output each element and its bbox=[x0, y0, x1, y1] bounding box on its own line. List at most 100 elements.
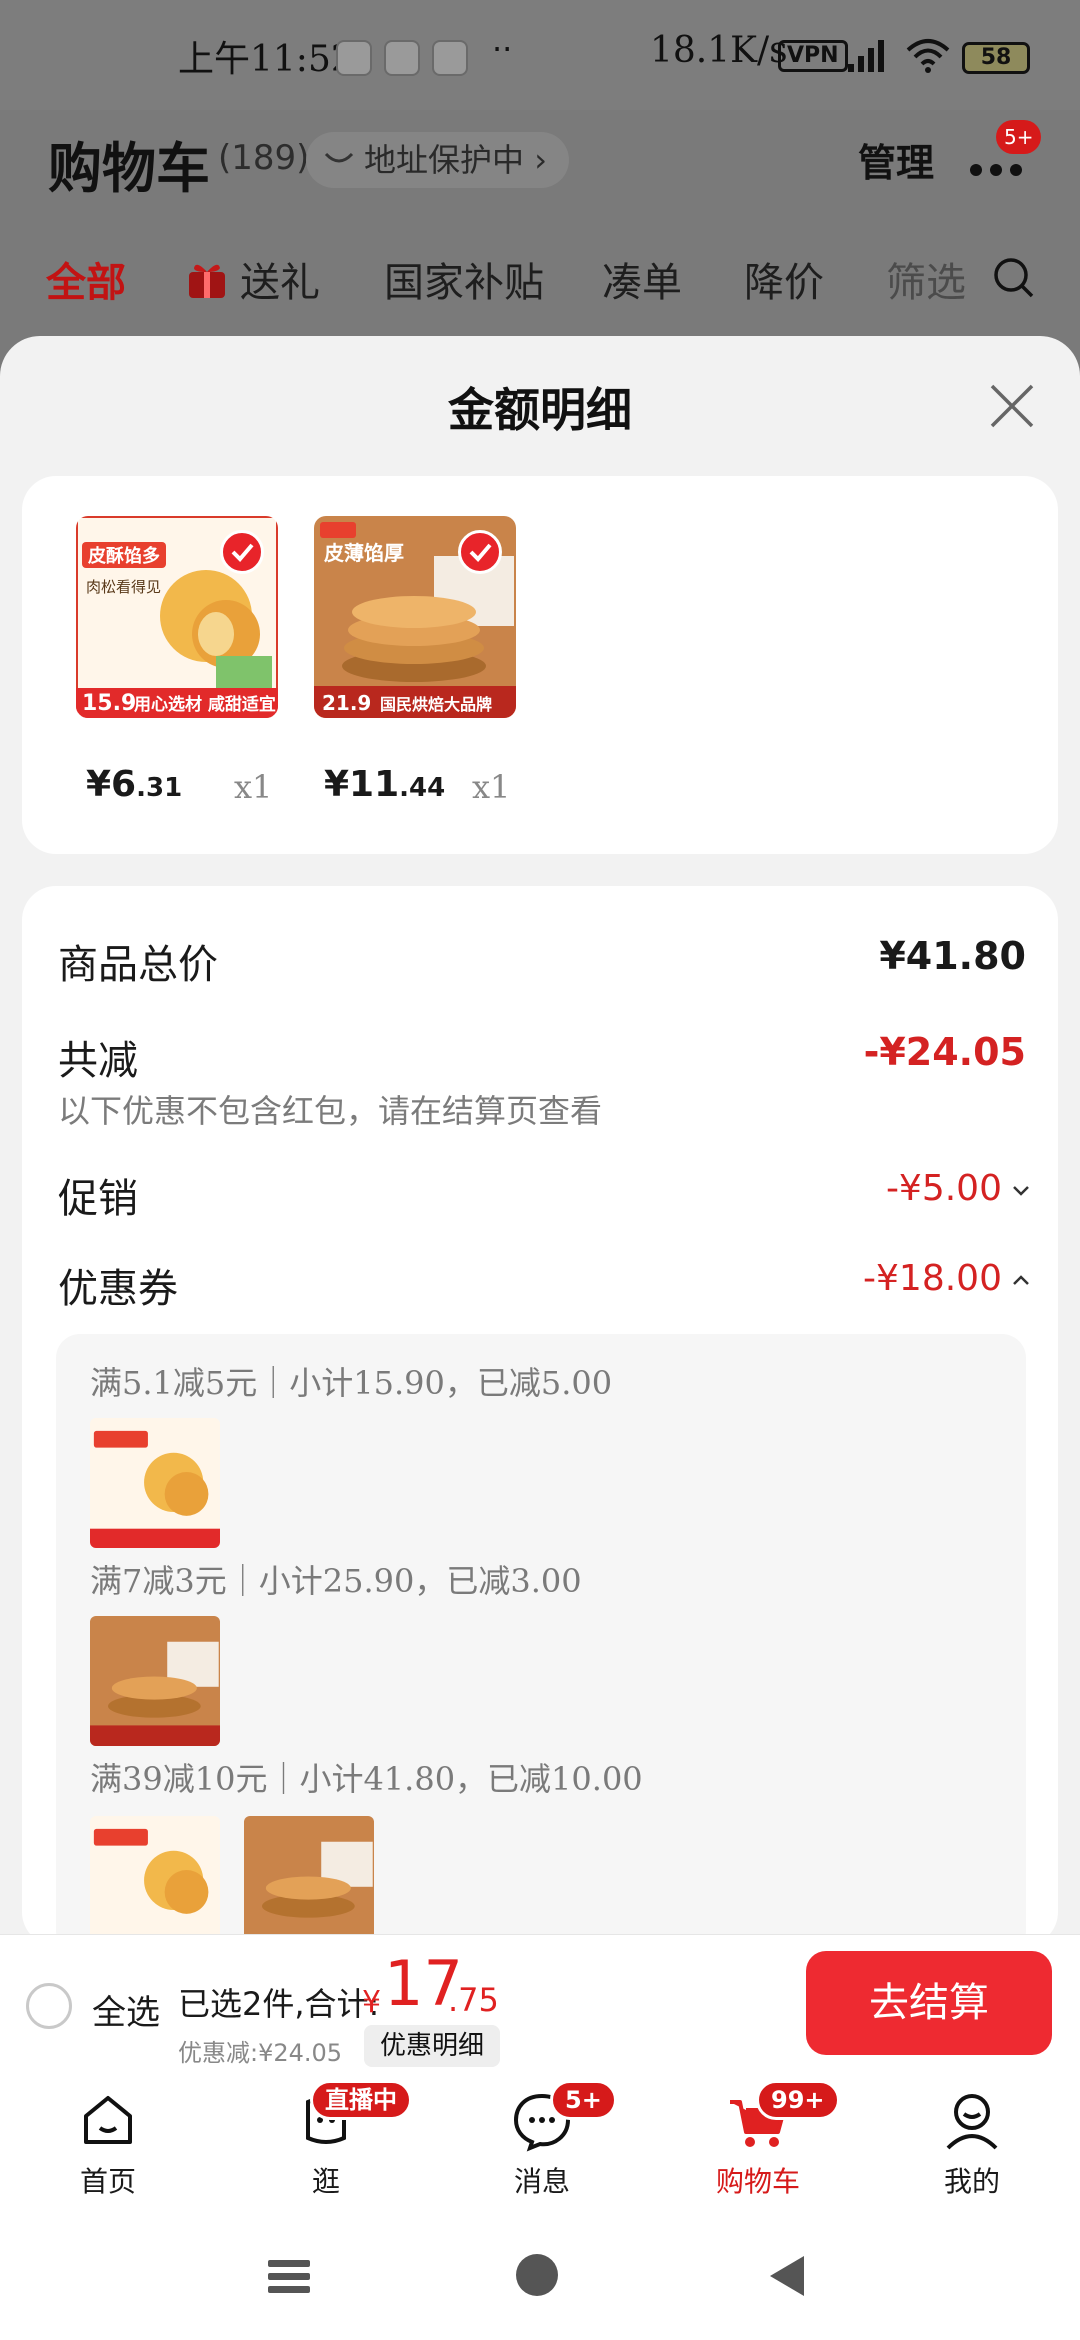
discount-amount-text: 优惠减:¥24.05 bbox=[178, 2039, 343, 2067]
address-protection-pill[interactable]: 地址保护中 › bbox=[306, 132, 569, 188]
coupon-rule-line: 满39减10元｜小计41.80，已减10.00 bbox=[90, 1760, 643, 1798]
tab-all[interactable]: 全部 bbox=[46, 250, 126, 308]
more-badge: 5+ bbox=[996, 120, 1042, 154]
wifi-icon bbox=[906, 39, 950, 73]
reduction-note: 以下优惠不包含红包，请在结算页查看 bbox=[58, 1092, 603, 1130]
coupon-product-thumb bbox=[244, 1816, 374, 1946]
tab-price-drop[interactable]: 降价 bbox=[744, 250, 824, 308]
tab-browse[interactable]: 逛 直播中 bbox=[256, 2080, 412, 2200]
filter-tabs: 全部 送礼 国家补贴 凑单 降价 筛选 bbox=[0, 250, 1080, 330]
product-quantity: x1 bbox=[472, 768, 511, 806]
product-price: ¥6.31 bbox=[86, 764, 183, 805]
product-image-pastry-floss: 皮酥馅多 肉松看得见 15.9 用心选材 咸甜适宜 bbox=[76, 516, 278, 718]
coupon-product-thumb bbox=[90, 1816, 220, 1946]
promotion-label: 促销 bbox=[58, 1176, 138, 1222]
tab-messages-label: 消息 bbox=[513, 2165, 570, 2198]
page-title: 购物车 bbox=[48, 137, 210, 200]
tab-gift[interactable]: 送礼 bbox=[240, 250, 320, 308]
amount-detail-sheet: 金额明细 皮酥馅多 肉松看得见 15.9 用心选材 咸甜适宜 ¥6.31 x1 … bbox=[0, 336, 1080, 1954]
tab-browse-label: 逛 bbox=[311, 2165, 340, 2198]
search-icon[interactable] bbox=[992, 256, 1036, 300]
checkout-bar: 全选 已选2件,合计: ¥ 17 .75 优惠减:¥24.05 优惠明细 去结算 bbox=[0, 1934, 1080, 2074]
system-navigation-bar bbox=[0, 2210, 1080, 2340]
network-speed: 18.1K/s bbox=[650, 30, 788, 71]
cart-header: 购物车 (189) 地址保护中 › 管理 5+ 全部 送礼 国家补贴 凑单 降价… bbox=[0, 110, 1080, 340]
total-currency: ¥ bbox=[362, 1985, 382, 2020]
discount-detail-button[interactable]: 优惠明细 bbox=[364, 2025, 501, 2067]
coupon-rule-line: 满5.1减5元｜小计15.90，已减5.00 bbox=[90, 1364, 613, 1402]
coupon-product-thumb bbox=[90, 1616, 220, 1746]
bottom-tab-bar: 首页 逛 直播中 消息 5+ 购物车 99+ 我的 bbox=[0, 2074, 1080, 2210]
coupon-detail-list: 满5.1减5元｜小计15.90，已减5.00 满7减3元｜小计25.90，已减3… bbox=[56, 1334, 1026, 1954]
cart-count: (189) bbox=[218, 138, 310, 178]
chevron-up-icon bbox=[1013, 1275, 1029, 1285]
coupon-rule-line: 满7减3元｜小计25.90，已减3.00 bbox=[90, 1562, 582, 1600]
live-badge: 直播中 bbox=[310, 2080, 412, 2120]
tab-national-subsidy[interactable]: 国家补贴 bbox=[384, 250, 544, 308]
coupon-label: 优惠券 bbox=[58, 1266, 178, 1312]
svg-text:皮薄馅厚: 皮薄馅厚 bbox=[324, 541, 404, 565]
status-app-icons bbox=[336, 40, 468, 76]
tab-cart[interactable]: 购物车 99+ bbox=[688, 2080, 840, 2200]
messages-badge: 5+ bbox=[550, 2080, 617, 2120]
tab-me[interactable]: 我的 bbox=[902, 2088, 1042, 2200]
promotion-value: -¥5.00 bbox=[886, 1168, 1030, 1209]
total-amount-decimal: .75 bbox=[448, 1981, 499, 2019]
svg-text:15.9: 15.9 bbox=[82, 691, 136, 716]
app-notification-icon bbox=[384, 40, 420, 76]
chevron-down-icon bbox=[1013, 1186, 1029, 1196]
product-quantity: x1 bbox=[234, 768, 273, 806]
shield-icon bbox=[324, 152, 354, 163]
selected-check-icon[interactable] bbox=[458, 530, 502, 574]
tab-cart-label: 购物车 bbox=[715, 2165, 800, 2198]
coupon-product-thumb bbox=[90, 1418, 220, 1548]
total-price-value: ¥41.80 bbox=[879, 934, 1026, 978]
coupon-value: -¥18.00 bbox=[863, 1258, 1030, 1299]
total-reduction-label: 共减 bbox=[58, 1038, 138, 1084]
amount-breakdown-card: 商品总价 ¥41.80 共减 -¥24.05 以下优惠不包含红包，请在结算页查看… bbox=[22, 886, 1058, 1954]
tab-home-label: 首页 bbox=[79, 2165, 136, 2198]
product-item[interactable]: 皮酥馅多 肉松看得见 15.9 用心选材 咸甜适宜 ¥6.31 x1 bbox=[76, 516, 278, 806]
profile-icon bbox=[946, 2094, 998, 2150]
home-nav-icon[interactable] bbox=[516, 2254, 558, 2296]
tab-filter[interactable]: 筛选 bbox=[886, 250, 966, 308]
selected-count-text: 已选2件,合计: bbox=[178, 1985, 380, 2023]
selected-products-card: 皮酥馅多 肉松看得见 15.9 用心选材 咸甜适宜 ¥6.31 x1 皮薄馅厚 … bbox=[22, 476, 1058, 854]
close-icon[interactable] bbox=[988, 382, 1036, 430]
svg-text:国民烘焙大品牌: 国民烘焙大品牌 bbox=[380, 695, 492, 714]
tab-me-label: 我的 bbox=[943, 2165, 1000, 2198]
svg-text:肉松看得见: 肉松看得见 bbox=[86, 578, 161, 596]
chevron-right-icon: › bbox=[534, 141, 547, 179]
status-bar: 上午11:52 ·· 18.1K/s VPN 58 bbox=[0, 0, 1080, 110]
cart-badge: 99+ bbox=[756, 2080, 840, 2120]
product-item[interactable]: 皮薄馅厚 21.9 国民烘焙大品牌 ¥11.44 x1 bbox=[314, 516, 516, 806]
notes-app-icon bbox=[336, 40, 372, 76]
signal-icon bbox=[848, 40, 884, 72]
select-all-radio[interactable] bbox=[26, 1983, 72, 2029]
svg-text:皮酥馅多: 皮酥馅多 bbox=[88, 545, 160, 567]
tab-home[interactable]: 首页 bbox=[38, 2088, 178, 2200]
recent-apps-icon[interactable] bbox=[268, 2258, 310, 2296]
total-reduction-value: -¥24.05 bbox=[863, 1030, 1026, 1074]
back-icon[interactable] bbox=[766, 2254, 808, 2298]
vpn-icon: VPN bbox=[778, 40, 848, 72]
svg-text:21.9: 21.9 bbox=[322, 691, 371, 715]
address-protection-label: 地址保护中 bbox=[364, 141, 525, 179]
checkout-button[interactable]: 去结算 bbox=[806, 1951, 1052, 2055]
gift-icon bbox=[189, 264, 225, 298]
manage-button[interactable]: 管理 bbox=[858, 132, 934, 187]
battery-icon: 58 bbox=[962, 42, 1030, 74]
total-price-label: 商品总价 bbox=[58, 942, 218, 988]
product-image-thin-crust: 皮薄馅厚 21.9 国民烘焙大品牌 bbox=[314, 516, 516, 718]
status-time: 上午11:52 bbox=[178, 39, 354, 80]
home-icon bbox=[84, 2096, 132, 2144]
tab-messages[interactable]: 消息 5+ bbox=[472, 2080, 617, 2200]
sheet-title: 金额明细 bbox=[448, 383, 632, 437]
product-price: ¥11.44 bbox=[324, 764, 446, 805]
tab-add-on[interactable]: 凑单 bbox=[602, 250, 682, 308]
cat-app-icon bbox=[432, 40, 468, 76]
status-more-dots: ·· bbox=[492, 30, 513, 68]
svg-text:用心选材 咸甜适宜: 用心选材 咸甜适宜 bbox=[134, 694, 276, 715]
selected-check-icon[interactable] bbox=[220, 530, 264, 574]
select-all-label[interactable]: 全选 bbox=[92, 1985, 160, 2034]
